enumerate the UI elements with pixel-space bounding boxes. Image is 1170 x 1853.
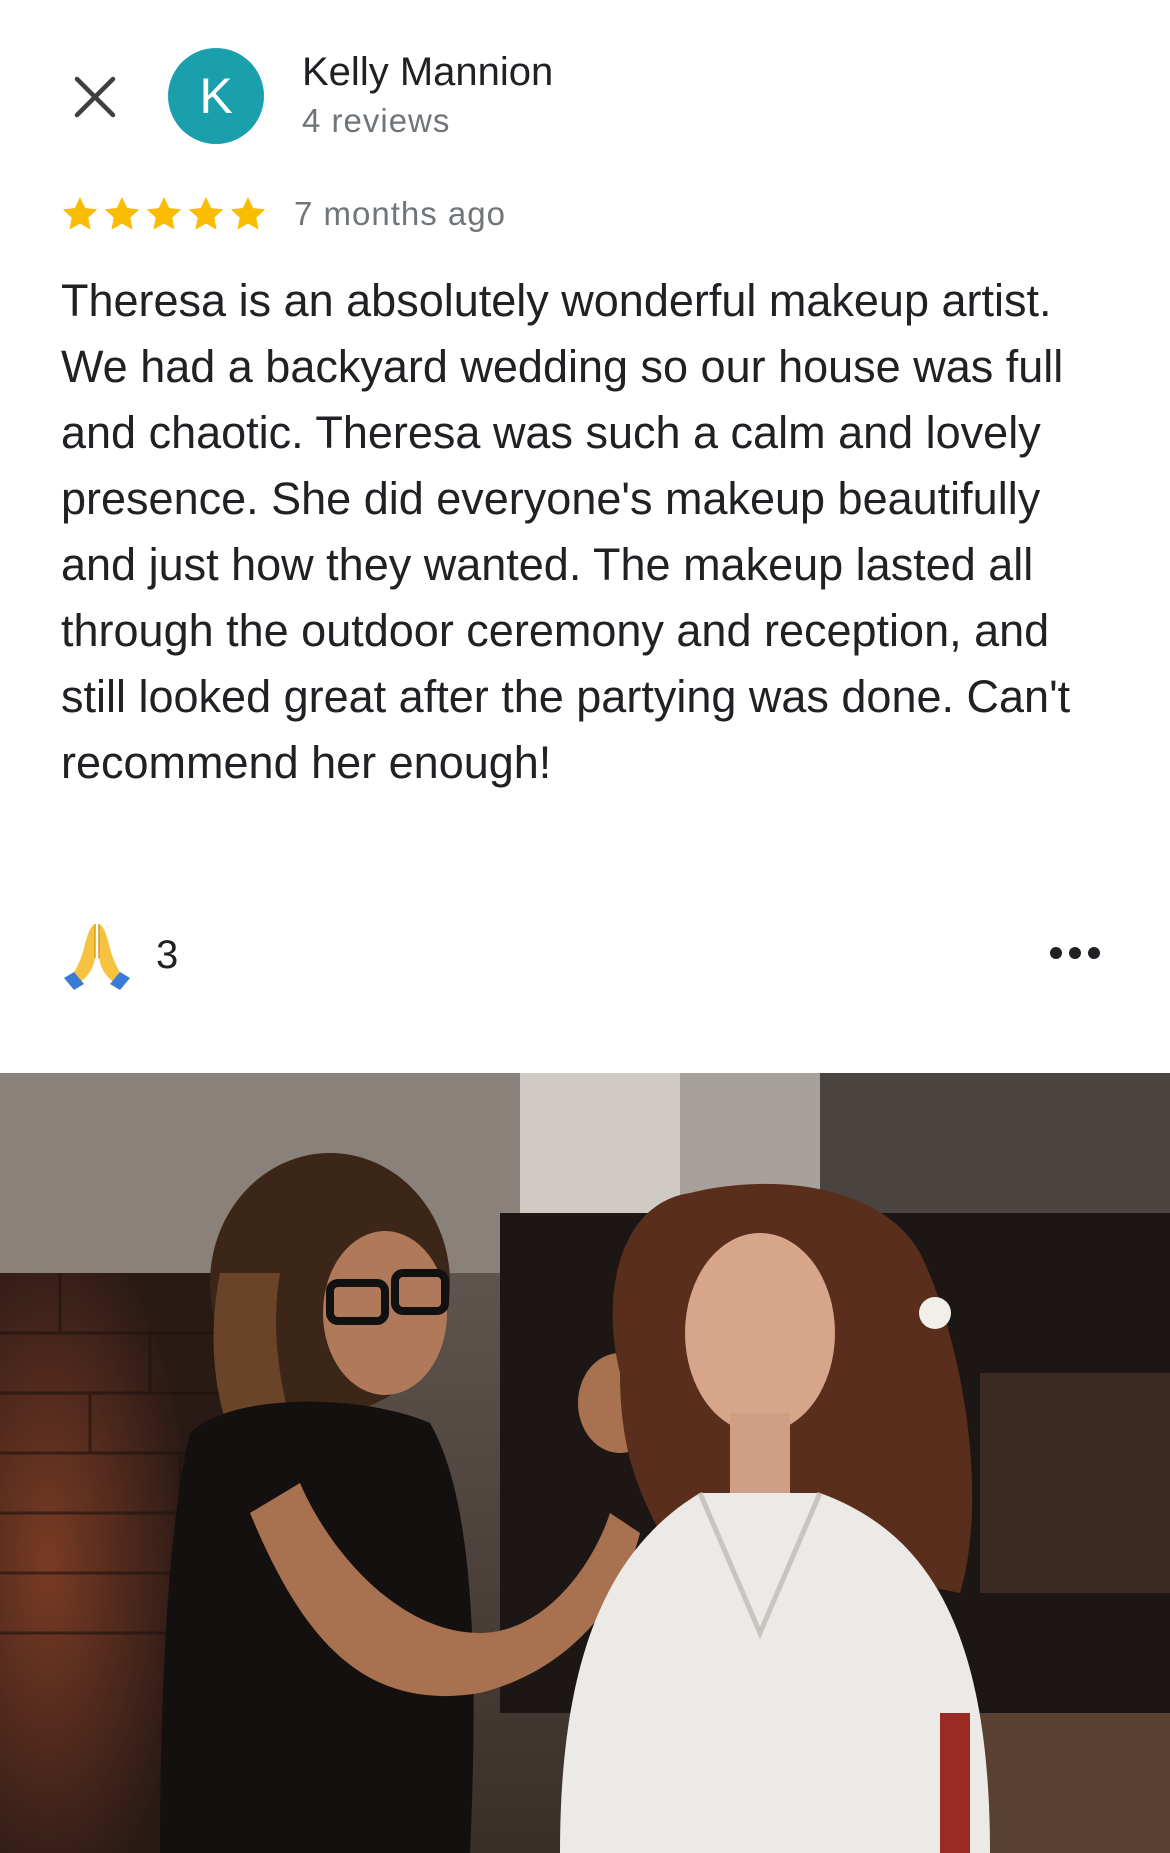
close-button[interactable] <box>62 64 128 130</box>
reaction-button[interactable]: 3 <box>60 918 178 992</box>
reviewer-avatar[interactable]: K <box>168 48 264 144</box>
folded-hands-icon <box>60 918 134 992</box>
star-icon <box>186 194 226 234</box>
review-time-ago: 7 months ago <box>294 195 506 232</box>
review-photo[interactable] <box>0 1073 1170 1853</box>
more-options-icon <box>1050 947 1100 959</box>
rating-row: 7 months ago <box>60 194 506 234</box>
avatar-initial: K <box>199 68 233 124</box>
reviewer-review-count: 4 reviews <box>302 102 451 139</box>
review-photo-image <box>0 1073 1170 1853</box>
more-options-button[interactable] <box>1040 930 1110 976</box>
star-icon <box>144 194 184 234</box>
review-card: K Kelly Mannion 4 reviews 7 months ago T… <box>0 0 1170 1853</box>
star-icon <box>102 194 142 234</box>
star-icon <box>60 194 100 234</box>
close-icon <box>74 76 116 118</box>
reaction-count: 3 <box>156 932 179 977</box>
review-text: Theresa is an absolutely wonderful makeu… <box>61 275 1071 788</box>
reviewer-name[interactable]: Kelly Mannion <box>302 50 553 95</box>
star-rating <box>60 194 268 234</box>
star-icon <box>228 194 268 234</box>
